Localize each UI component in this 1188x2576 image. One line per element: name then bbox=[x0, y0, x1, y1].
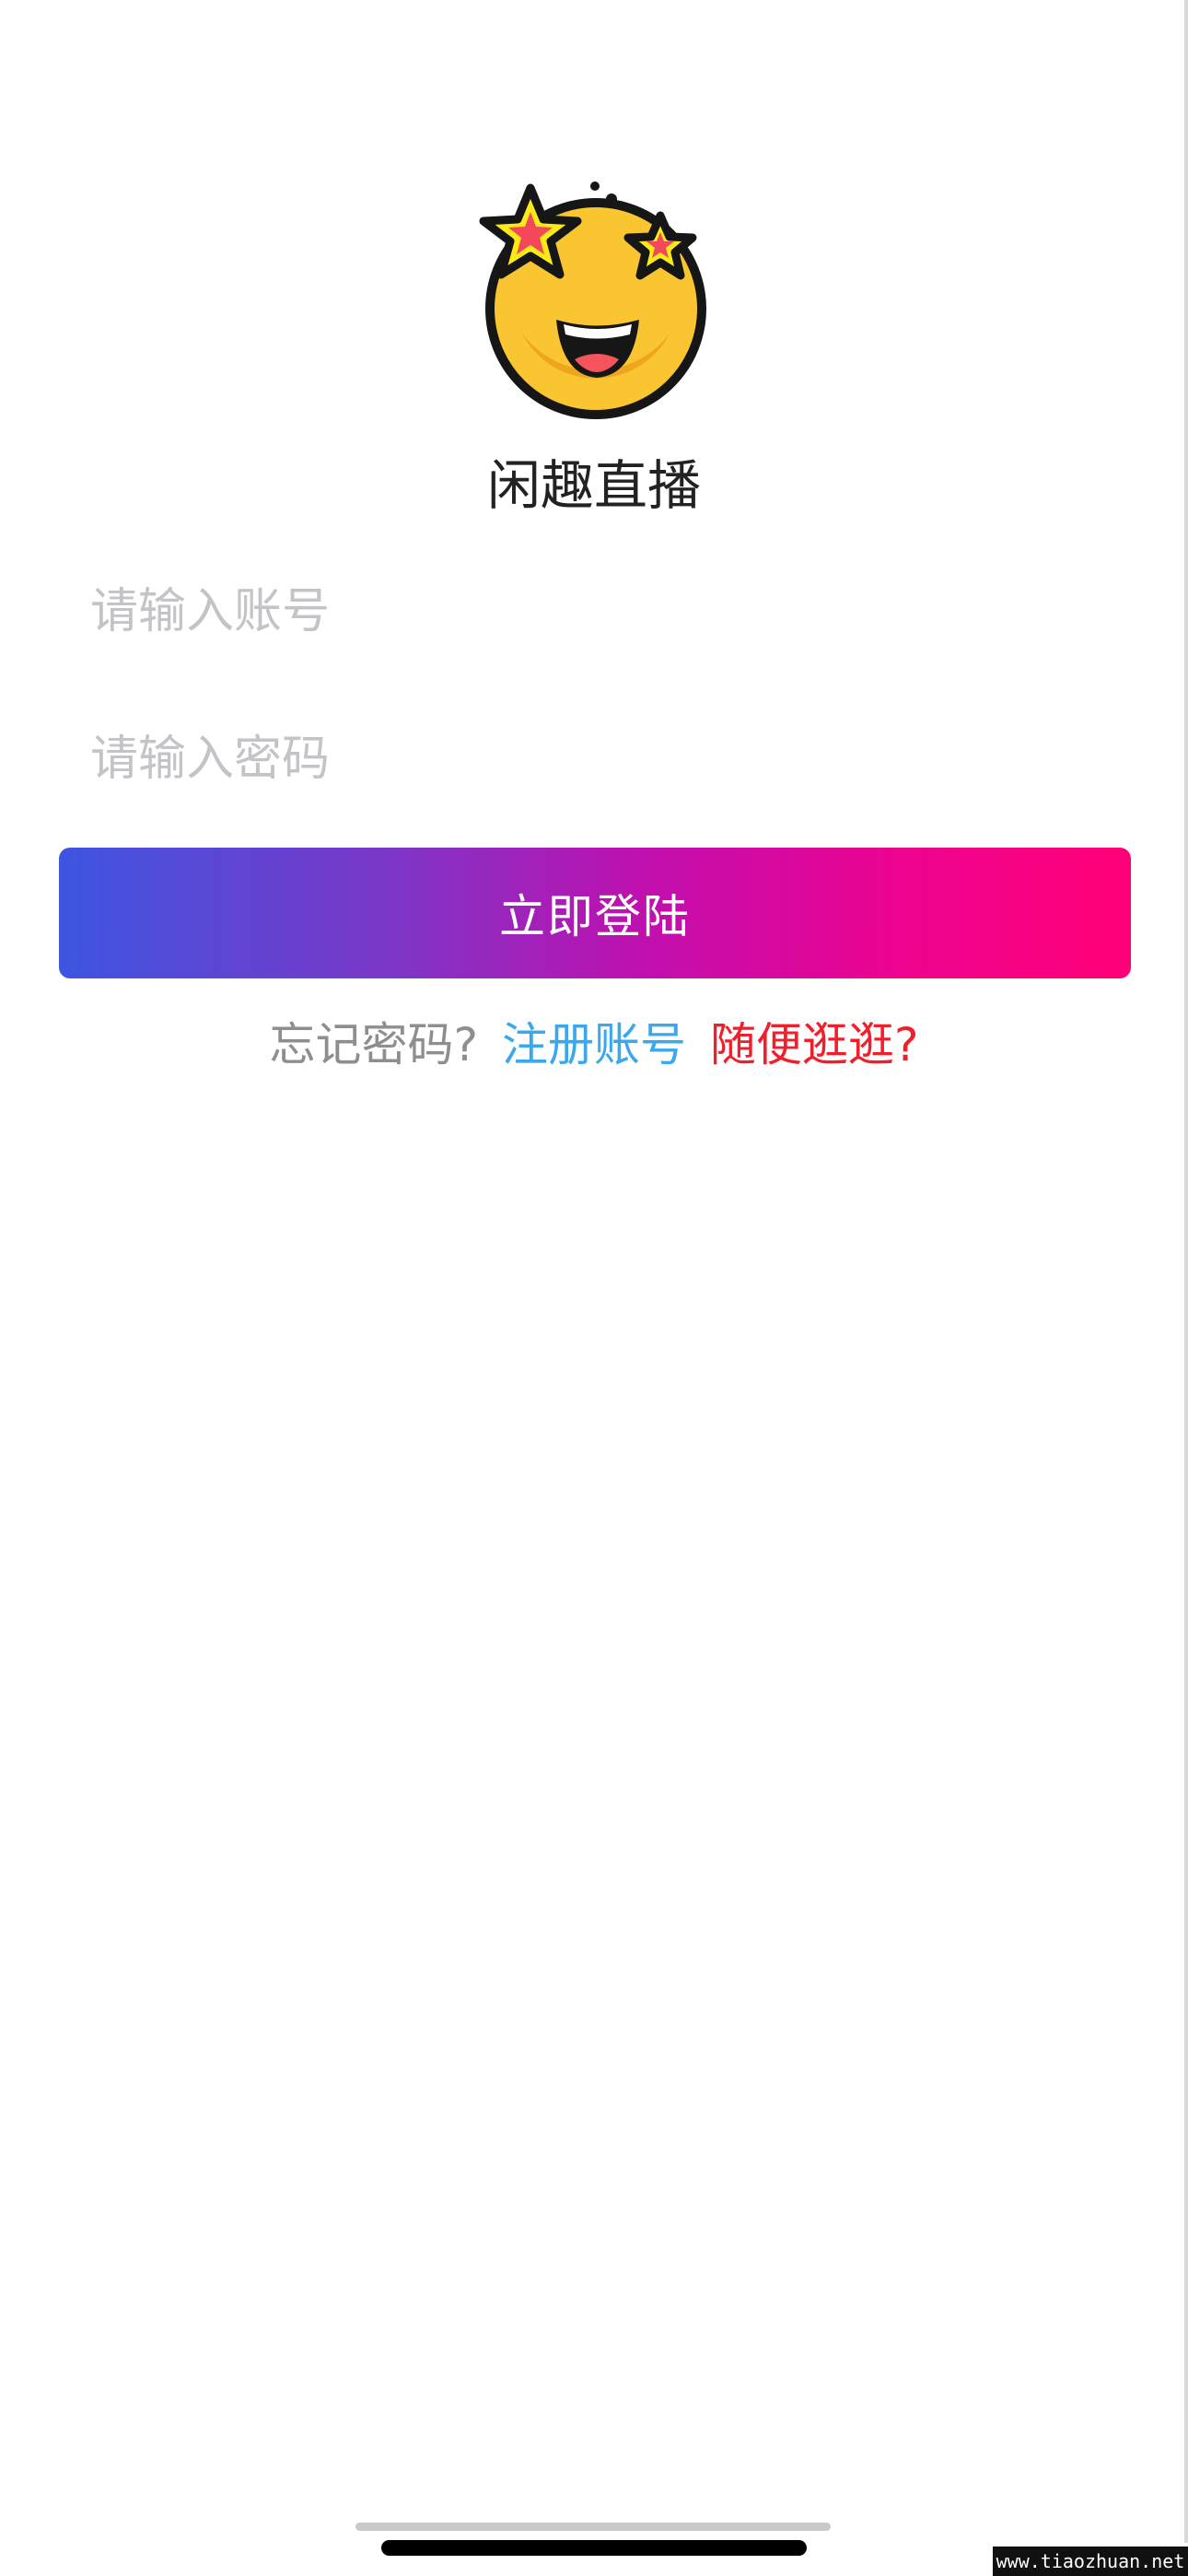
browse-link[interactable]: 随便逛逛? bbox=[710, 1008, 919, 1082]
right-edge-border bbox=[1184, 0, 1188, 2543]
forgot-password-link[interactable]: 忘记密码? bbox=[269, 1008, 478, 1082]
account-field[interactable] bbox=[59, 556, 1131, 667]
login-button-label: 立即登陆 bbox=[499, 890, 691, 943]
account-input[interactable] bbox=[59, 556, 1131, 667]
watermark: www.tiaozhuan.net bbox=[993, 2547, 1188, 2576]
password-field[interactable] bbox=[59, 704, 1131, 814]
register-link[interactable]: 注册账号 bbox=[502, 1008, 686, 1082]
app-title: 闲趣直播 bbox=[486, 454, 701, 517]
home-indicator[interactable] bbox=[381, 2540, 807, 2556]
auth-links: 忘记密码? 注册账号 随便逛逛? bbox=[0, 1008, 1188, 1082]
star-struck-emoji-icon bbox=[479, 181, 706, 419]
scroll-indicator bbox=[355, 2523, 831, 2531]
password-input[interactable] bbox=[59, 704, 1131, 814]
login-button[interactable]: 立即登陆 bbox=[59, 848, 1131, 978]
